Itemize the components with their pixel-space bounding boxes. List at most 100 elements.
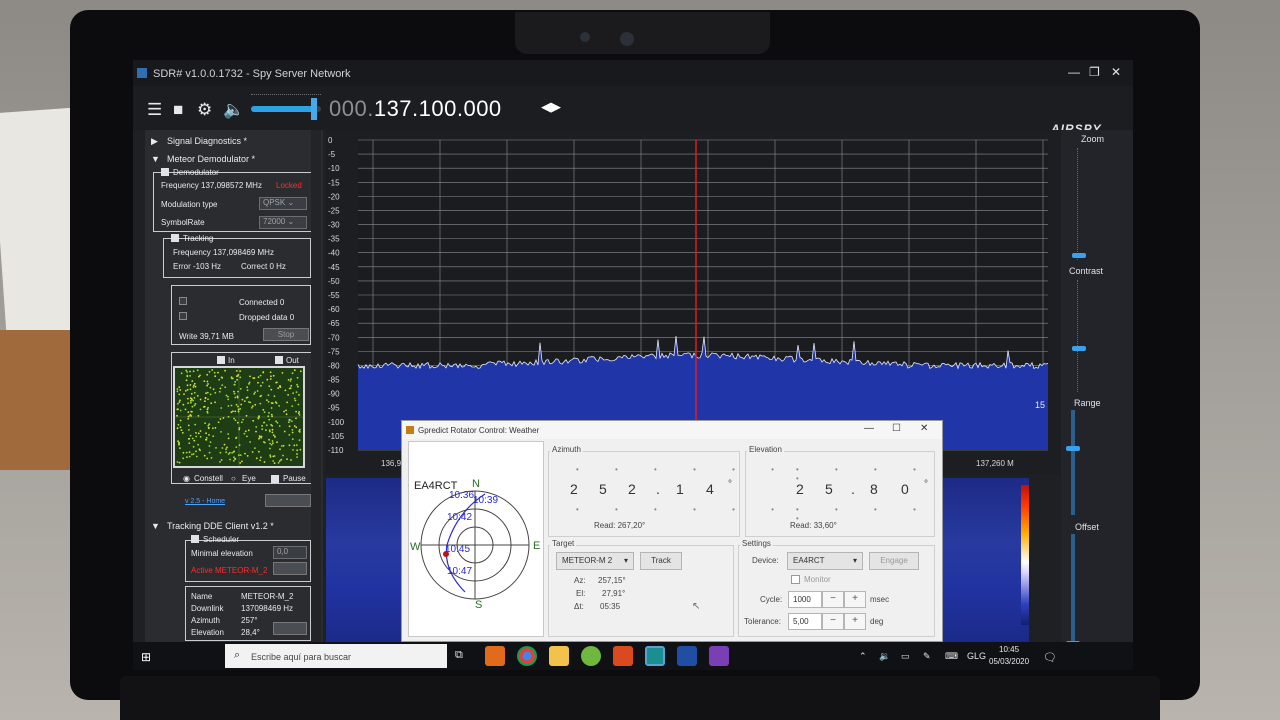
in-checkbox[interactable] xyxy=(217,356,225,364)
contrast-slider[interactable] xyxy=(1072,280,1086,392)
symbolrate-value: 72000 xyxy=(263,217,286,226)
elevation-digit[interactable]: 0 xyxy=(901,481,909,497)
notifications-icon[interactable]: 🗨 xyxy=(1043,651,1057,664)
sublime-app-icon[interactable] xyxy=(485,646,505,666)
zoom-slider[interactable] xyxy=(1072,148,1086,260)
app-icon[interactable] xyxy=(613,646,633,666)
constellation-point xyxy=(288,444,291,447)
azimuth-digit[interactable]: 5 xyxy=(599,481,607,497)
constellation-point xyxy=(205,438,207,441)
tolerance-input[interactable]: 5,00 xyxy=(788,613,822,630)
battery-icon[interactable]: ▭ xyxy=(901,651,910,662)
offset-slider[interactable] xyxy=(1066,534,1080,649)
elevation-digit[interactable]: 8 xyxy=(870,481,878,497)
constellation-point xyxy=(222,417,225,419)
frequency-display[interactable]: 000.137.100.000 xyxy=(329,96,502,122)
elevation-digit[interactable]: 2 xyxy=(796,481,804,497)
signal-diagnostics-header[interactable]: Signal Diagnostics * xyxy=(167,136,247,146)
frequency-prefix: 000. xyxy=(329,96,374,121)
constellation-point xyxy=(178,401,181,403)
zoom-knob[interactable] xyxy=(1072,253,1086,258)
range-knob[interactable] xyxy=(1066,446,1080,451)
language-indicator[interactable]: GLG xyxy=(967,651,986,661)
settings-button[interactable] xyxy=(265,494,311,507)
task-view-icon[interactable]: ⧉ xyxy=(455,649,463,662)
meteor-demodulator-header[interactable]: Meteor Demodulator * xyxy=(167,154,255,164)
tracking-checkbox[interactable] xyxy=(171,234,179,242)
satellite-info-key: Name xyxy=(191,592,213,601)
stop-record-button[interactable]: Stop xyxy=(263,328,309,341)
satellite-info-button[interactable] xyxy=(273,622,307,635)
windows-start-icon[interactable]: ⊞ xyxy=(141,650,151,664)
show-hidden-icons-icon[interactable]: ⌃ xyxy=(859,651,867,662)
expand-arrow-icon[interactable]: ▼ xyxy=(151,521,160,531)
out-checkbox[interactable] xyxy=(275,356,283,364)
constellation-point xyxy=(239,462,242,464)
azimuth-digit[interactable]: 2 xyxy=(570,481,578,497)
sdrsharp-taskbar-icon[interactable] xyxy=(677,646,697,666)
constellation-point xyxy=(178,393,181,396)
azimuth-digit[interactable]: 2 xyxy=(628,481,636,497)
symbolrate-select[interactable]: 72000 ⌄ xyxy=(259,216,307,229)
cycle-increment-button[interactable]: + xyxy=(844,591,866,608)
demodulator-checkbox[interactable] xyxy=(161,168,169,176)
azimuth-digit[interactable]: 1 xyxy=(676,481,684,497)
volume-slider-knob[interactable] xyxy=(311,98,317,120)
volume-icon[interactable]: 🔉 xyxy=(879,651,890,662)
tolerance-increment-button[interactable]: + xyxy=(844,613,866,630)
satellite-select[interactable]: METEOR-M 2 ▾ xyxy=(556,552,634,570)
scheduler-button[interactable] xyxy=(273,562,307,575)
track-button[interactable]: Track xyxy=(640,552,682,570)
taskbar-search-box[interactable]: ⌕ Escribe aquí para buscar xyxy=(225,644,447,668)
pause-checkbox[interactable] xyxy=(271,475,279,483)
tolerance-decrement-button[interactable]: − xyxy=(822,613,844,630)
collapse-arrow-icon[interactable]: ▶ xyxy=(151,136,158,147)
maximize-button[interactable]: ❐ xyxy=(1089,65,1100,79)
version-link[interactable]: v 2.5 - Home xyxy=(185,498,225,505)
elevation-up-dots[interactable]: • • • • • xyxy=(796,465,942,483)
minimize-button[interactable]: — xyxy=(1068,65,1080,79)
keyboard-icon[interactable]: ⌨ xyxy=(945,651,958,662)
elevation-digit[interactable]: 5 xyxy=(825,481,833,497)
onenote-taskbar-icon[interactable] xyxy=(709,646,729,666)
stop-icon[interactable]: ■ xyxy=(173,100,183,120)
spectrum-x-tick-label: 137,260 M xyxy=(976,459,1014,468)
file-explorer-icon[interactable] xyxy=(549,646,569,666)
modulation-type-select[interactable]: QPSK ⌄ xyxy=(259,197,307,210)
min-elevation-spinner[interactable]: 0,0 xyxy=(273,546,307,559)
range-slider[interactable] xyxy=(1066,410,1080,515)
gear-icon[interactable]: ⚙ xyxy=(197,100,212,120)
gpredict-maximize-button[interactable]: ☐ xyxy=(892,423,901,434)
constellation-point xyxy=(234,410,237,413)
constellation-point xyxy=(192,453,195,455)
hamburger-icon[interactable]: ☰ xyxy=(147,100,162,120)
close-button[interactable]: ✕ xyxy=(1111,65,1121,79)
chrome-app-icon[interactable] xyxy=(517,646,537,666)
scheduler-checkbox[interactable] xyxy=(191,535,199,543)
tuning-arrows-icon[interactable]: ◀▶ xyxy=(541,99,561,115)
tracking-dde-header[interactable]: Tracking DDE Client v1.2 * xyxy=(167,521,274,531)
lock-status: Locked xyxy=(276,181,302,190)
engage-button[interactable]: Engage xyxy=(869,552,919,570)
connected-checkbox[interactable] xyxy=(179,297,187,305)
gpredict-taskbar-icon[interactable] xyxy=(645,646,665,666)
constellation-point xyxy=(205,392,207,395)
pen-icon[interactable]: ✎ xyxy=(923,651,931,662)
monitor-checkbox[interactable] xyxy=(791,575,800,584)
constell-radio-icon[interactable]: ◉ xyxy=(183,474,190,483)
constellation-point xyxy=(264,441,266,444)
contrast-knob[interactable] xyxy=(1072,346,1086,351)
expand-arrow-icon[interactable]: ▼ xyxy=(151,154,160,164)
cycle-decrement-button[interactable]: − xyxy=(822,591,844,608)
azimuth-digit[interactable]: 4 xyxy=(706,481,714,497)
eye-radio-icon[interactable]: ○ xyxy=(231,474,236,483)
dropped-checkbox[interactable] xyxy=(179,312,187,320)
speaker-icon[interactable]: 🔈 xyxy=(223,100,244,120)
device-select[interactable]: EA4RCT ▾ xyxy=(787,552,863,570)
taskbar-clock[interactable]: 10:45 05/03/2020 xyxy=(989,644,1029,668)
cycle-input[interactable]: 1000 xyxy=(788,591,822,608)
gpredict-minimize-button[interactable]: — xyxy=(864,423,874,434)
plugin-panel-scrollbar[interactable] xyxy=(311,130,321,645)
app-icon[interactable] xyxy=(581,646,601,666)
gpredict-close-button[interactable]: ✕ xyxy=(920,423,928,434)
